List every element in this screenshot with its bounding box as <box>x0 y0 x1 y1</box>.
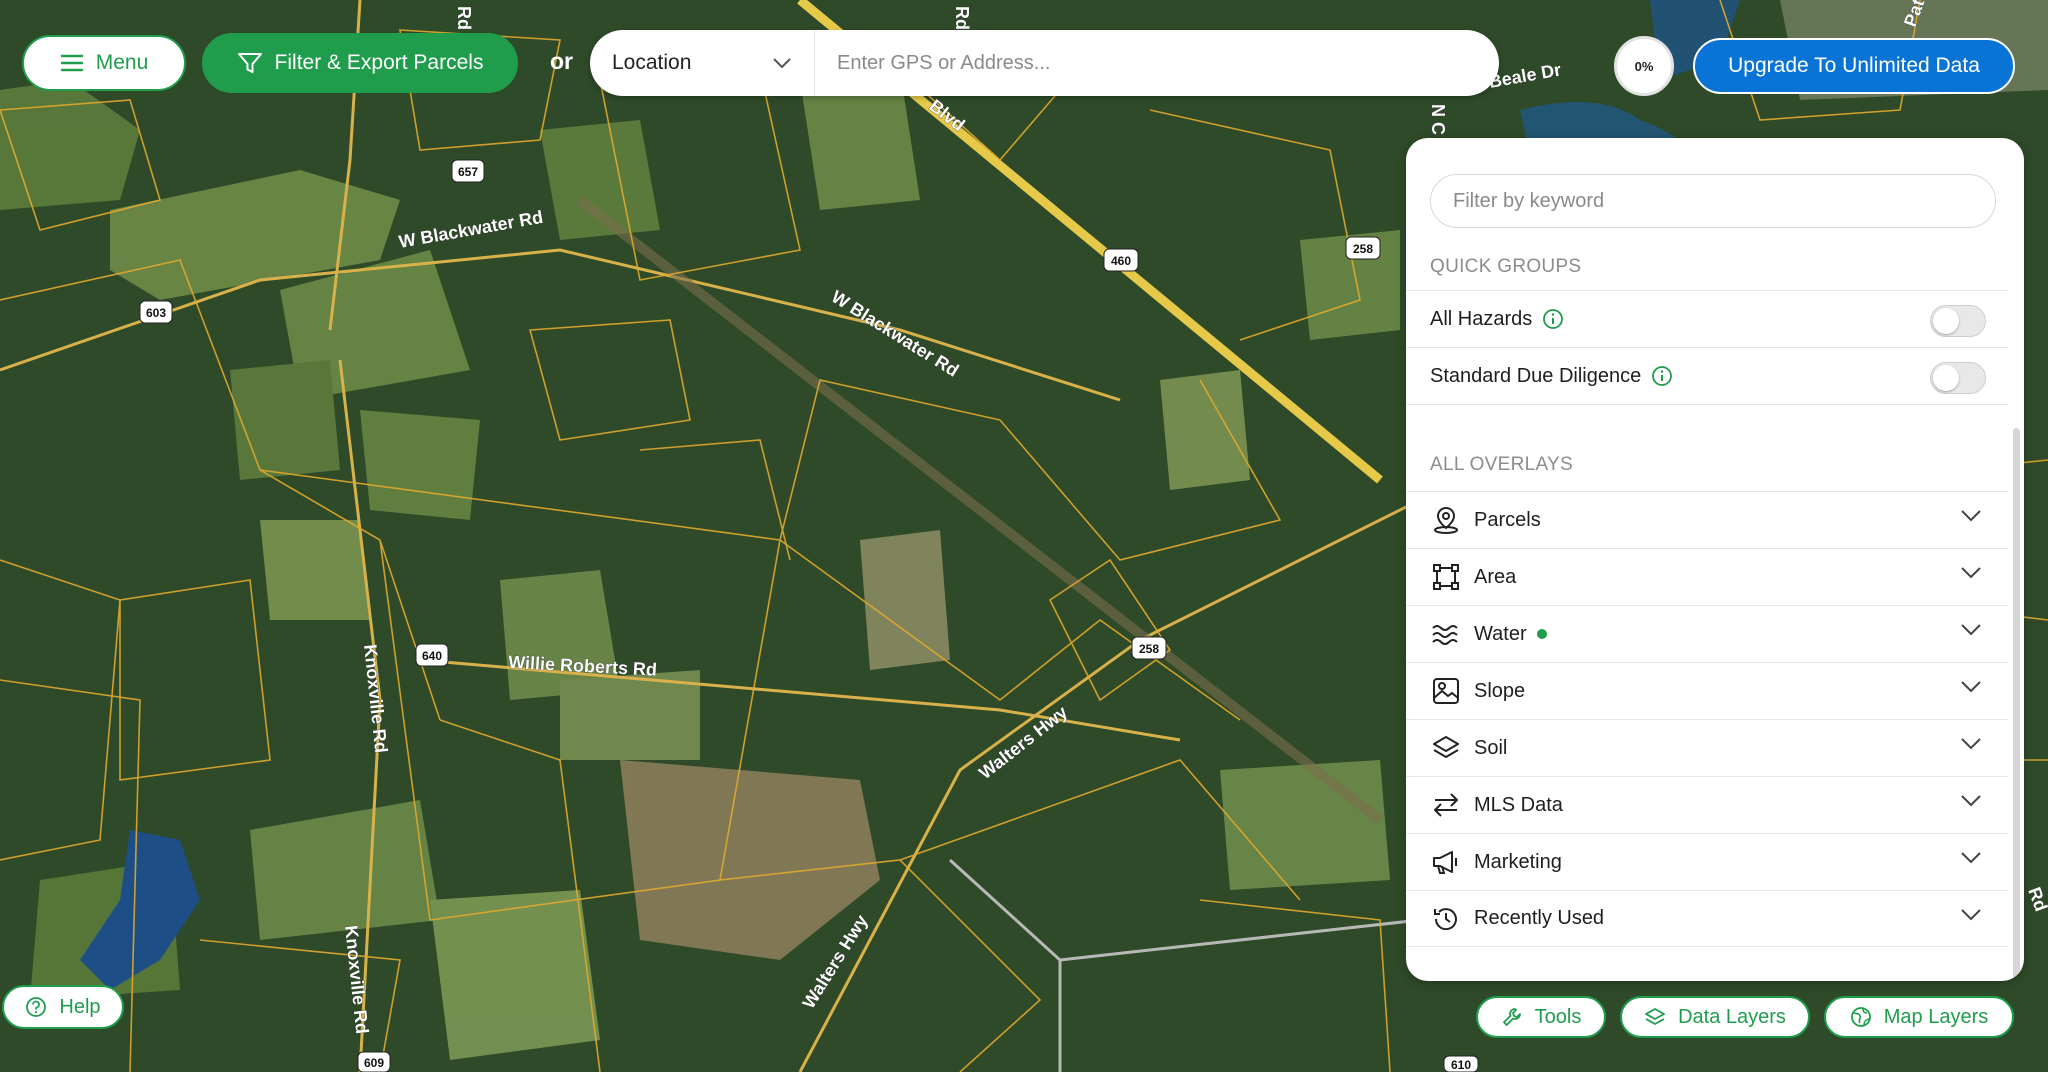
chevron-down-icon <box>1961 567 1981 579</box>
usage-progress-label: 0% <box>1634 58 1654 74</box>
transfer-arrows-icon <box>1430 789 1462 821</box>
overlay-marketing[interactable]: Marketing <box>1406 833 2008 890</box>
tools-label: Tools <box>1534 1005 1582 1028</box>
quick-group-label: All Hazards <box>1430 307 1533 330</box>
overlay-parcels[interactable]: Parcels <box>1406 491 2008 548</box>
overlay-mls-data[interactable]: MLS Data <box>1406 776 2008 833</box>
quick-group-all-hazards[interactable]: All Hazards <box>1406 290 2008 347</box>
chevron-down-icon <box>1961 510 1981 522</box>
soil-layers-icon <box>1430 732 1462 764</box>
history-clock-icon <box>1430 903 1462 935</box>
info-icon[interactable] <box>1651 365 1673 387</box>
overlay-label: MLS Data <box>1474 793 1563 816</box>
info-icon[interactable] <box>1542 308 1564 330</box>
menu-button[interactable]: Menu <box>22 35 186 91</box>
tools-button[interactable]: Tools <box>1476 996 1606 1038</box>
svg-text:657: 657 <box>458 165 478 179</box>
svg-text:609: 609 <box>364 1056 384 1070</box>
svg-text:258: 258 <box>1353 242 1373 256</box>
keyword-filter-input[interactable] <box>1430 174 1996 228</box>
route-shield: 640 <box>415 643 449 667</box>
address-search-input[interactable] <box>815 30 1499 96</box>
slope-image-icon <box>1430 675 1462 707</box>
overlay-label: Marketing <box>1474 850 1562 873</box>
svg-text:258: 258 <box>1139 642 1159 656</box>
map-pin-icon <box>1430 504 1462 536</box>
overlay-label: Area <box>1474 565 1517 588</box>
chevron-down-icon <box>773 58 791 69</box>
area-square-icon <box>1430 561 1462 593</box>
divider <box>1406 404 2008 405</box>
route-shield: 610 <box>1443 1055 1479 1072</box>
layers-icon <box>1645 1008 1665 1025</box>
usage-progress-indicator[interactable]: 0% <box>1614 36 1674 96</box>
overlay-label: Parcels <box>1474 508 1541 531</box>
route-shield: 258 <box>1131 636 1167 660</box>
overlay-label: Slope <box>1474 679 1526 702</box>
map-layers-label: Map Layers <box>1883 1005 1989 1028</box>
water-waves-icon <box>1430 618 1462 650</box>
help-circle-icon <box>26 997 47 1017</box>
hamburger-icon <box>60 54 83 72</box>
location-type-label: Location <box>612 51 692 74</box>
menu-label: Menu <box>95 51 149 74</box>
route-shield: 460 <box>1103 248 1139 272</box>
svg-text:460: 460 <box>1111 254 1131 268</box>
overlay-soil[interactable]: Soil <box>1406 719 2008 776</box>
help-label: Help <box>59 995 101 1018</box>
overlay-water[interactable]: Water <box>1406 605 2008 662</box>
all-overlays-heading: ALL OVERLAYS <box>1430 454 1574 475</box>
wrench-icon <box>1502 1008 1521 1026</box>
location-type-select[interactable]: Location <box>590 30 815 96</box>
map-layers-button[interactable]: Map Layers <box>1824 996 2014 1038</box>
standard-due-diligence-toggle[interactable] <box>1930 362 1986 394</box>
road-label: N C <box>1428 104 1448 135</box>
road-label: Rd <box>454 6 474 30</box>
data-layers-panel: QUICK GROUPS All Hazards Standard Due Di… <box>1406 138 2024 981</box>
filter-export-button[interactable]: Filter & Export Parcels <box>202 33 518 93</box>
quick-group-standard-due-diligence[interactable]: Standard Due Diligence <box>1406 347 2008 404</box>
overlay-label: Water <box>1474 622 1527 645</box>
upgrade-label: Upgrade To Unlimited Data <box>1728 54 1980 77</box>
route-shield: 258 <box>1345 236 1381 260</box>
quick-groups-heading: QUICK GROUPS <box>1430 256 1582 277</box>
chevron-down-icon <box>1961 852 1981 864</box>
route-shield: 603 <box>139 300 173 324</box>
megaphone-icon <box>1430 846 1462 878</box>
route-shield: 609 <box>357 1051 391 1072</box>
chevron-down-icon <box>1961 624 1981 636</box>
road-label: Rd <box>952 6 972 30</box>
search-bar: Location <box>590 30 1499 96</box>
filter-export-label: Filter & Export Parcels <box>274 51 484 74</box>
globe-icon <box>1850 1007 1871 1027</box>
chevron-down-icon <box>1961 909 1981 921</box>
chevron-down-icon <box>1961 738 1981 750</box>
active-indicator-dot <box>1536 629 1547 639</box>
panel-scrollbar[interactable] <box>2013 428 2020 981</box>
overlay-label: Soil <box>1474 736 1508 759</box>
chevron-down-icon <box>1961 681 1981 693</box>
or-label: or <box>550 48 573 74</box>
all-hazards-toggle[interactable] <box>1930 305 1986 337</box>
svg-text:640: 640 <box>422 649 442 663</box>
funnel-icon <box>237 53 262 73</box>
help-button[interactable]: Help <box>2 985 124 1029</box>
overlay-area[interactable]: Area <box>1406 548 2008 605</box>
svg-text:603: 603 <box>146 306 166 320</box>
chevron-down-icon <box>1961 795 1981 807</box>
overlay-slope[interactable]: Slope <box>1406 662 2008 719</box>
route-shield: 657 <box>451 159 485 183</box>
data-layers-label: Data Layers <box>1678 1005 1786 1028</box>
overlay-recently-used[interactable]: Recently Used <box>1406 890 2008 947</box>
overlay-label: Recently Used <box>1474 907 1605 929</box>
upgrade-button[interactable]: Upgrade To Unlimited Data <box>1693 38 2015 94</box>
data-layers-button[interactable]: Data Layers <box>1620 996 1810 1038</box>
svg-text:610: 610 <box>1451 1058 1471 1072</box>
quick-group-label: Standard Due Diligence <box>1430 364 1642 387</box>
